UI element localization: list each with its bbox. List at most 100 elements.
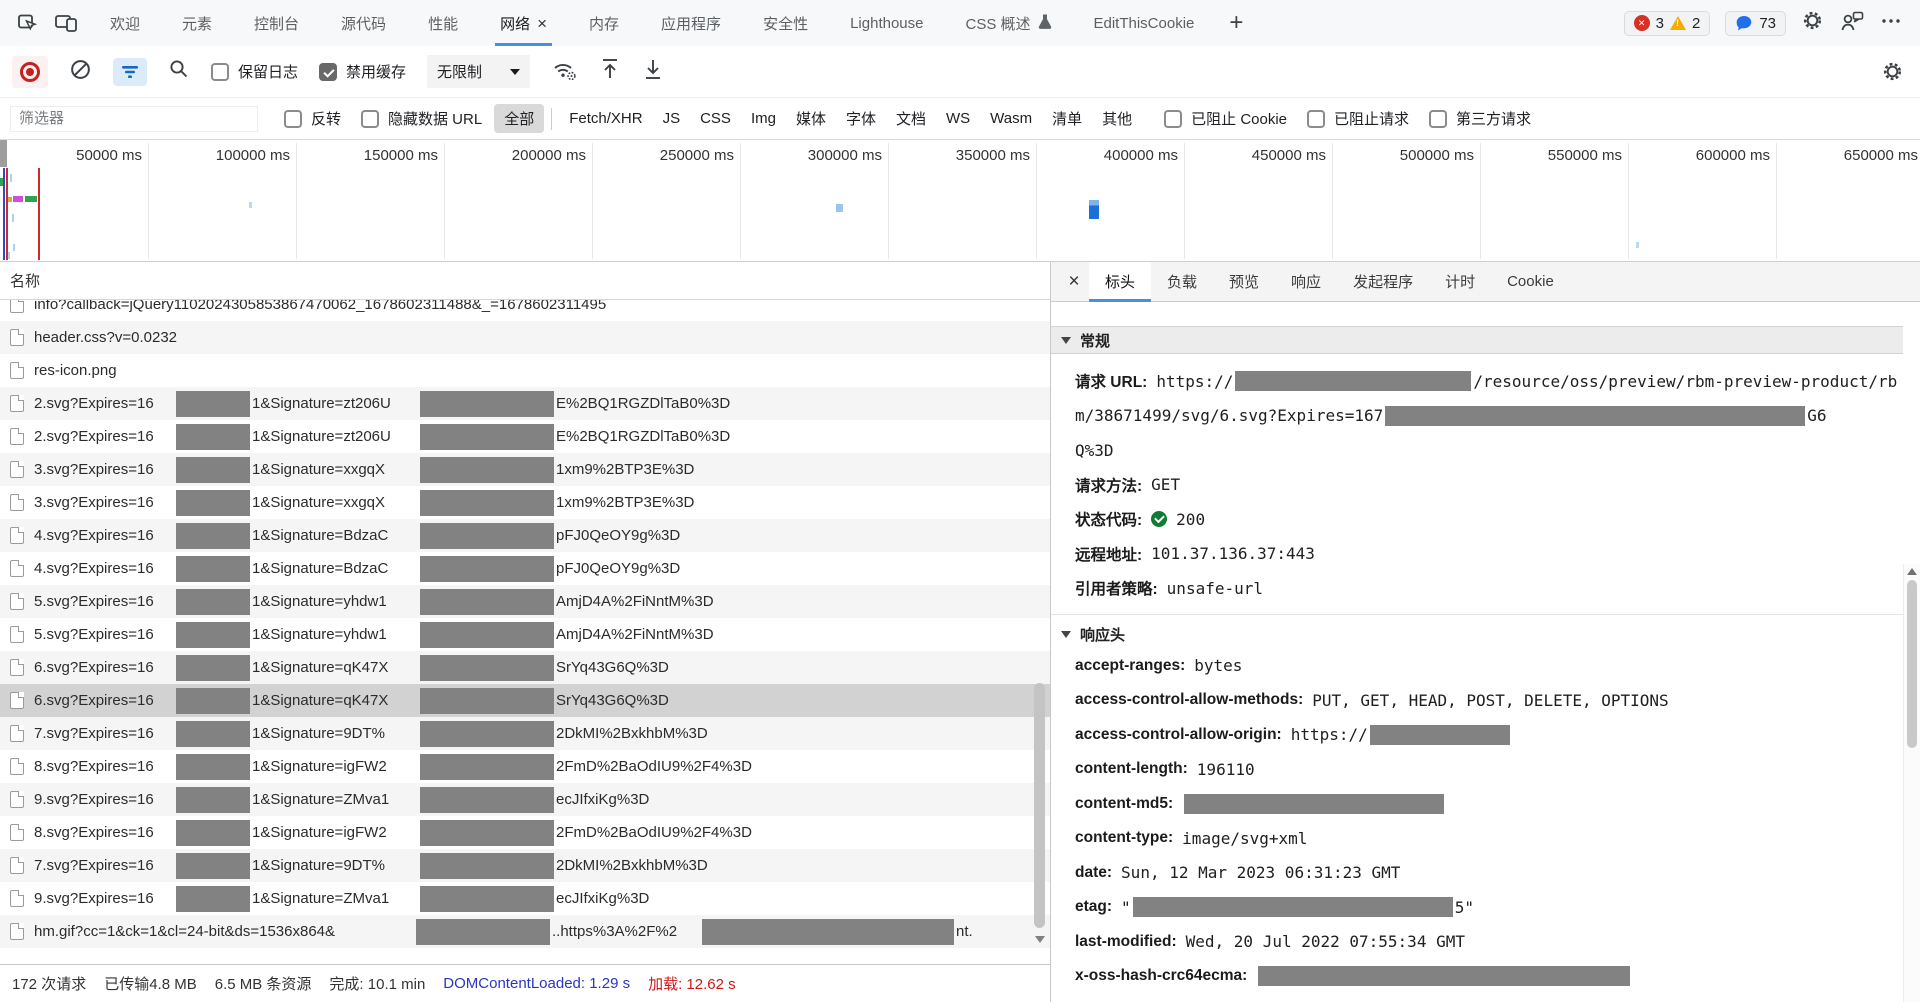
request-row[interactable]: 7.svg?Expires=161&Signature=9DT%2DkMI%2B…: [0, 849, 1050, 882]
close-detail-icon[interactable]: ×: [1059, 271, 1089, 293]
checkbox-unchecked[interactable]: [1164, 110, 1182, 128]
request-row[interactable]: 9.svg?Expires=161&Signature=ZMva1ecJIfxi…: [0, 882, 1050, 915]
filter-chip-other[interactable]: 其他: [1092, 104, 1142, 133]
request-row-inner: 7.svg?Expires=161&Signature=9DT%2DkMI%2B…: [10, 717, 1050, 750]
more-icon[interactable]: [1880, 10, 1902, 37]
detail-tab-timing[interactable]: 计时: [1429, 262, 1491, 302]
request-row[interactable]: 4.svg?Expires=161&Signature=BdzaCpFJ0QeO…: [0, 552, 1050, 585]
record-button[interactable]: [12, 56, 48, 88]
tab-network[interactable]: 网络×: [479, 0, 568, 46]
checkbox-unchecked[interactable]: [284, 110, 302, 128]
detail-scrollbar-thumb[interactable]: [1907, 580, 1917, 748]
invert-checkbox[interactable]: 反转: [284, 108, 341, 129]
request-row[interactable]: 7.svg?Expires=161&Signature=9DT%2DkMI%2B…: [0, 717, 1050, 750]
general-section-header[interactable]: 常规: [1051, 326, 1903, 354]
disable-cache-checkbox[interactable]: 禁用缓存: [319, 61, 406, 82]
request-row[interactable]: header.css?v=0.0232: [0, 321, 1050, 354]
checkbox-unchecked[interactable]: [1307, 110, 1325, 128]
request-row[interactable]: 6.svg?Expires=161&Signature=qK47XSrYq43G…: [0, 684, 1050, 717]
network-settings-gear-icon[interactable]: [1881, 60, 1904, 88]
request-row[interactable]: info?callback=jQuery11020243058538674700…: [0, 300, 1050, 321]
hide-data-urls-checkbox[interactable]: 隐藏数据 URL: [361, 108, 482, 129]
tab-css-overview[interactable]: CSS 概述: [944, 0, 1072, 46]
detail-tab-bar: × 标头负载预览响应发起程序计时Cookie: [1051, 262, 1920, 302]
close-tab-icon[interactable]: ×: [537, 15, 547, 32]
network-overview-timeline[interactable]: 50000 ms100000 ms150000 ms200000 ms25000…: [0, 140, 1920, 262]
search-icon[interactable]: [168, 58, 190, 85]
checkbox-unchecked[interactable]: [361, 110, 379, 128]
checkbox-unchecked[interactable]: [211, 63, 229, 81]
request-row[interactable]: 8.svg?Expires=161&Signature=igFW22FmD%2B…: [0, 816, 1050, 849]
checkbox-unchecked[interactable]: [1429, 110, 1447, 128]
filter-chip-img[interactable]: Img: [741, 106, 786, 131]
checkbox-checked[interactable]: [319, 63, 337, 81]
filter-chip-font[interactable]: 字体: [836, 104, 886, 133]
detail-scrollbar[interactable]: [1903, 564, 1920, 1002]
request-row[interactable]: 8.svg?Expires=161&Signature=igFW22FmD%2B…: [0, 750, 1050, 783]
filter-chip-fetch-xhr[interactable]: Fetch/XHR: [559, 106, 652, 131]
request-row[interactable]: 5.svg?Expires=161&Signature=yhdw1AmjD4A%…: [0, 618, 1050, 651]
header-name: 请求方法:: [1075, 474, 1142, 496]
filter-chip-js[interactable]: JS: [653, 106, 691, 131]
tab-performance[interactable]: 性能: [407, 0, 479, 46]
filter-chip-css[interactable]: CSS: [690, 106, 741, 131]
export-har-icon[interactable]: [642, 57, 664, 86]
filter-input[interactable]: [10, 106, 258, 132]
tab-elements[interactable]: 元素: [161, 0, 233, 46]
request-row[interactable]: 3.svg?Expires=161&Signature=xxgqX1xm9%2B…: [0, 486, 1050, 519]
detail-tab-headers[interactable]: 标头: [1089, 262, 1151, 302]
tab-memory[interactable]: 内存: [568, 0, 640, 46]
detail-tab-response[interactable]: 响应: [1275, 262, 1337, 302]
filter-chip-wasm[interactable]: Wasm: [980, 106, 1042, 131]
tab-application[interactable]: 应用程序: [640, 0, 742, 46]
filter-icon[interactable]: [113, 58, 147, 86]
tab-welcome[interactable]: 欢迎: [89, 0, 161, 46]
request-row[interactable]: 9.svg?Expires=161&Signature=ZMva1ecJIfxi…: [0, 783, 1050, 816]
third-party-checkbox[interactable]: 第三方请求: [1429, 108, 1531, 129]
filter-chip-media[interactable]: 媒体: [786, 104, 836, 133]
request-row[interactable]: 6.svg?Expires=161&Signature=qK47XSrYq43G…: [0, 651, 1050, 684]
filter-chip-all[interactable]: 全部: [494, 104, 544, 133]
new-tab-button[interactable]: +: [1229, 9, 1243, 37]
throttling-dropdown[interactable]: 无限制: [427, 55, 530, 88]
network-conditions-icon[interactable]: [551, 57, 578, 87]
filter-chip-doc[interactable]: 文档: [886, 104, 936, 133]
blocked-requests-checkbox[interactable]: 已阻止请求: [1307, 108, 1409, 129]
issues-badge[interactable]: 3 2: [1624, 11, 1711, 36]
detail-tab-preview[interactable]: 预览: [1213, 262, 1275, 302]
overview-brush-handle[interactable]: [0, 140, 7, 167]
tab-sources[interactable]: 源代码: [320, 0, 407, 46]
name-column-header[interactable]: 名称: [0, 262, 1050, 300]
messages-badge[interactable]: 73: [1725, 11, 1786, 36]
scroll-up-arrow[interactable]: [1907, 568, 1917, 575]
tab-lighthouse[interactable]: Lighthouse: [829, 0, 944, 46]
tab-console[interactable]: 控制台: [233, 0, 320, 46]
import-har-icon[interactable]: [599, 57, 621, 86]
feedback-icon[interactable]: [1839, 10, 1865, 37]
settings-gear-icon[interactable]: [1801, 9, 1824, 37]
tab-editthiscookie[interactable]: EditThisCookie: [1073, 0, 1216, 46]
filter-chip-manifest[interactable]: 清单: [1042, 104, 1092, 133]
tab-security[interactable]: 安全性: [742, 0, 829, 46]
detail-tab-initiator[interactable]: 发起程序: [1337, 262, 1429, 302]
request-row[interactable]: 3.svg?Expires=161&Signature=xxgqX1xm9%2B…: [0, 453, 1050, 486]
detail-tab-cookies[interactable]: Cookie: [1491, 262, 1570, 302]
request-row[interactable]: 4.svg?Expires=161&Signature=BdzaCpFJ0QeO…: [0, 519, 1050, 552]
request-row[interactable]: res-icon.png: [0, 354, 1050, 387]
scroll-down-arrow[interactable]: [1035, 936, 1045, 943]
device-toolbar-icon[interactable]: [54, 12, 79, 34]
request-row[interactable]: hm.gif?cc=1&ck=1&cl=24-bit&ds=1536x864&.…: [0, 915, 1050, 948]
request-row[interactable]: 5.svg?Expires=161&Signature=yhdw1AmjD4A%…: [0, 585, 1050, 618]
request-list-scrollbar-thumb[interactable]: [1034, 683, 1045, 928]
inspect-icon[interactable]: [16, 12, 38, 34]
request-row[interactable]: 2.svg?Expires=161&Signature=zt206UE%2BQ1…: [0, 420, 1050, 453]
request-row[interactable]: 2.svg?Expires=161&Signature=zt206UE%2BQ1…: [0, 387, 1050, 420]
header-value: Wed, 20 Jul 2022 07:55:34 GMT: [1186, 932, 1465, 951]
blocked-cookies-checkbox[interactable]: 已阻止 Cookie: [1164, 108, 1287, 129]
response-headers-section-header[interactable]: 响应头: [1051, 614, 1903, 645]
clear-icon[interactable]: [69, 58, 92, 86]
invert-label: 反转: [311, 108, 341, 129]
filter-chip-ws[interactable]: WS: [936, 106, 980, 131]
detail-tab-payload[interactable]: 负载: [1151, 262, 1213, 302]
preserve-log-checkbox[interactable]: 保留日志: [211, 61, 298, 82]
